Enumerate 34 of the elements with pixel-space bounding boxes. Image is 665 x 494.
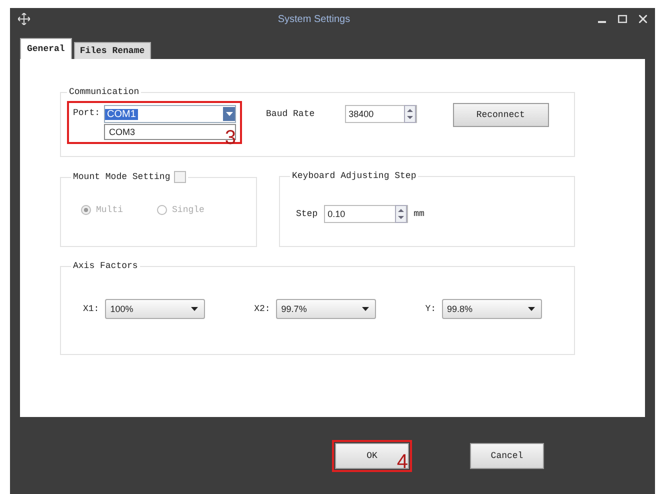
group-title: Keyboard Adjusting Step <box>291 171 418 181</box>
field-label: Y: <box>425 304 436 314</box>
maximize-icon[interactable] <box>618 15 627 23</box>
caret-icon <box>191 307 198 311</box>
move-icon[interactable] <box>18 13 30 25</box>
window-title: System Settings <box>276 14 352 24</box>
step-field[interactable]: 0.10 <box>324 205 408 223</box>
group-title: Axis Factors <box>72 261 139 271</box>
unit-label: mm <box>414 209 424 219</box>
close-icon[interactable] <box>639 15 647 23</box>
tab[interactable]: Files Rename <box>74 42 151 59</box>
selected-text: COM1 <box>105 108 138 120</box>
spin-arrows-icon[interactable] <box>404 105 416 123</box>
factor-dropdown[interactable]: 100% <box>105 299 206 319</box>
field-label: Port: <box>73 107 100 118</box>
spin-arrows-icon[interactable] <box>394 205 407 223</box>
field-label: X1: <box>83 304 100 314</box>
caret-icon <box>528 307 535 311</box>
tab[interactable]: General <box>20 38 72 59</box>
factor-dropdown[interactable]: 99.8% <box>442 299 542 319</box>
annotation-number: 4 <box>396 452 408 472</box>
field-label: Baud Rate <box>266 109 315 119</box>
dropdown-button[interactable] <box>223 107 236 121</box>
reconnect-button[interactable]: Reconnect <box>452 103 549 127</box>
group-title: Communication <box>68 87 140 97</box>
baud-rate-field[interactable]: 38400 <box>344 105 417 123</box>
group-title: Mount Mode Setting <box>73 172 170 182</box>
caret-icon <box>226 112 233 116</box>
field-label: X2: <box>254 304 270 314</box>
caret-icon <box>362 307 370 311</box>
factor-dropdown[interactable]: 99.7% <box>276 299 376 319</box>
cancel-button[interactable]: Cancel <box>470 442 544 468</box>
port-dropdown[interactable]: COM1 <box>104 105 236 123</box>
field-label: Step <box>296 209 318 219</box>
